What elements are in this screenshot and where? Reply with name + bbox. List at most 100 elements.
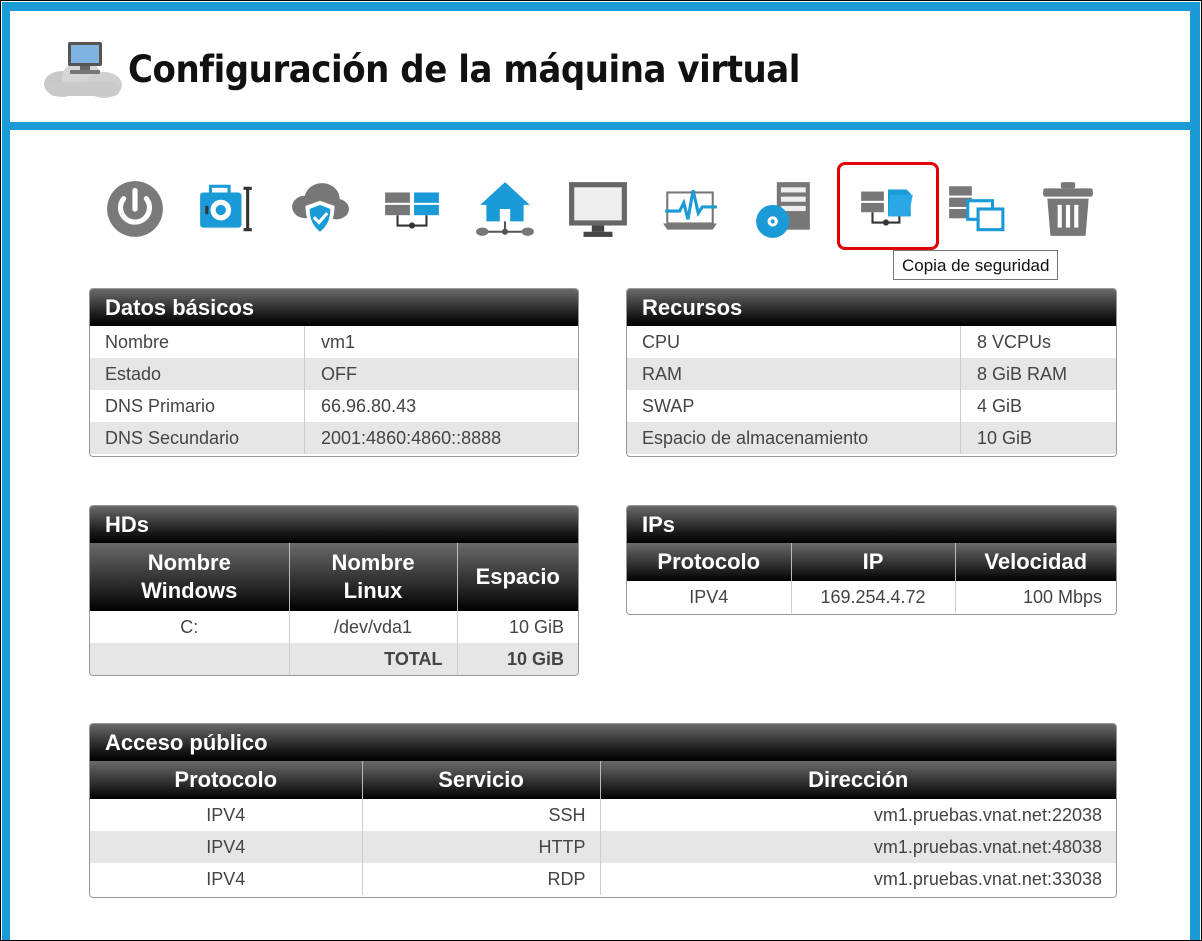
cell-ip: 169.254.4.72 [791,581,956,613]
toolbox-icon [200,184,252,232]
cell-speed: 100 Mbps [1022,586,1102,607]
cell-address: vm1.pruebas.vnat.net:33038 [873,868,1102,889]
basic-row-dns2: DNS Secundario 2001:4860:4860::8888 [90,422,578,454]
hds-title: HDs [90,506,578,543]
public-header-row: Protocolo Servicio Dirección [90,761,1116,799]
cell-protocol: IPV4 [90,863,363,895]
col-address: Dirección [600,761,1116,799]
backup-icon [861,189,913,226]
resource-row-ram: RAM 8 GiB RAM [627,358,1116,390]
col-protocol: Protocolo [90,761,363,799]
resources-title: Recursos [627,289,1116,326]
basic-data-panel: Datos básicos Nombre vm1 Estado OFF DNS Pr… [89,288,579,457]
cell-service: RDP [362,863,601,895]
basic-row-status: Estado OFF [90,358,578,390]
ips-table: Protocolo IP Velocidad IPV4 169.254.4.72… [627,543,1116,613]
snapshot-button[interactable] [943,176,1009,242]
public-access-table: Protocolo Servicio Dirección IPV4 SSH vm… [90,761,1116,895]
cell-linux: /dev/vda1 [289,611,458,643]
basic-data-title: Datos básicos [90,289,578,326]
console-button[interactable] [565,176,631,242]
table-row: IPV4 169.254.4.72 100 Mbps [627,581,1116,613]
cell-protocol: IPV4 [90,831,363,863]
home-network-icon [476,182,534,236]
backup-tooltip: Copia de seguridad [893,250,1059,280]
row-label: DNS Primario [90,390,305,422]
servers-network-icon [385,192,439,229]
row-value: 2001:4860:4860::8888 [321,428,502,448]
table-row: C: /dev/vda1 10 GiB [90,611,578,643]
row-value: vm1 [321,332,356,352]
shield-cloud-icon [292,183,349,236]
col-ip: IP [791,543,956,581]
cell-address: vm1.pruebas.vnat.net:48038 [600,831,1116,863]
cell-service: HTTP [362,831,601,863]
backup-button[interactable] [837,162,939,250]
table-row: IPV4 RDP vm1.pruebas.vnat.net:33038 [90,863,1116,895]
col-windows-name: Nombre Windows [90,543,290,611]
ips-header-row: Protocolo IP Velocidad [627,543,1116,581]
page-header: Configuración de la máquina virtual [10,10,1190,121]
row-label: Nombre [90,326,305,358]
row-value: 8 VCPUs [977,332,1052,352]
security-button[interactable] [287,176,353,242]
row-label: SWAP [627,390,961,422]
ips-panel: IPs Protocolo IP Velocidad IPV4 169.254.… [626,505,1117,615]
row-value: 66.96.80.43 [321,396,417,416]
server-disc-icon [756,182,810,238]
row-label: CPU [627,326,961,358]
total-label: TOTAL [289,643,458,675]
delete-button[interactable] [1035,176,1101,242]
power-icon [107,181,163,237]
resources-rows: CPU 8 VCPUs RAM 8 GiB RAM SWAP 4 GiB Espaci… [627,326,1116,454]
hds-table: Nombre Windows Nombre Linux Espacio C: /de… [90,543,578,675]
row-value: 4 GiB [977,396,1023,416]
resource-row-swap: SWAP 4 GiB [627,390,1116,422]
row-label: Espacio de almacenamiento [627,422,961,454]
header-divider [2,122,1200,130]
col-protocol: Protocolo [627,543,792,581]
cell-protocol: IPV4 [90,799,363,831]
cell-protocol: IPV4 [627,581,792,613]
col-linux-name: Nombre Linux [289,543,458,611]
total-value: 10 GiB [457,643,578,675]
network-button[interactable] [379,176,445,242]
cell-service: SSH [362,799,601,831]
trash-icon [1043,182,1093,236]
col-space: Espacio [457,543,578,611]
table-row: IPV4 HTTP vm1.pruebas.vnat.net:48038 [90,831,1116,863]
cell-space: 10 GiB [508,616,564,637]
table-row: IPV4 SSH vm1.pruebas.vnat.net:22038 [90,799,1116,831]
page-title: Configuración de la máquina virtual [128,48,801,91]
row-label: Estado [90,358,305,390]
hds-panel: HDs Nombre Windows Nombre Linux Espacio C:… [89,505,579,676]
col-speed: Velocidad [955,543,1116,581]
resource-row-storage: Espacio de almacenamiento 10 GiB [627,422,1116,454]
hds-header-row: Nombre Windows Nombre Linux Espacio [90,543,578,611]
monitoring-button[interactable] [657,176,723,242]
ips-title: IPs [627,506,1116,543]
cloud-computer-logo [44,42,122,98]
public-access-panel: Acceso público Protocolo Servicio Direcc… [89,723,1117,898]
monitor-icon [569,182,627,237]
col-service: Servicio [362,761,601,799]
cell-address: vm1.pruebas.vnat.net:22038 [873,804,1102,825]
row-label: RAM [627,358,961,390]
row-value: OFF [321,364,357,384]
basic-row-dns1: DNS Primario 66.96.80.43 [90,390,578,422]
monitoring-laptop-icon [663,190,717,230]
power-button[interactable] [102,176,168,242]
cell-empty [90,643,290,675]
cell-windows: C: [90,611,290,643]
resource-row-cpu: CPU 8 VCPUs [627,326,1116,358]
vm-toolbar [100,162,1110,250]
media-button[interactable] [750,176,816,242]
public-access-title: Acceso público [90,724,1116,761]
home-network-button[interactable] [472,176,538,242]
right-border [1190,2,1200,940]
basic-row-name: Nombre vm1 [90,326,578,358]
resources-panel: Recursos CPU 8 VCPUs RAM 8 GiB RAM SWAP 4 G… [626,288,1117,457]
row-value: 8 GiB RAM [977,364,1068,384]
settings-button[interactable] [194,176,260,242]
row-value: 10 GiB [977,428,1033,448]
